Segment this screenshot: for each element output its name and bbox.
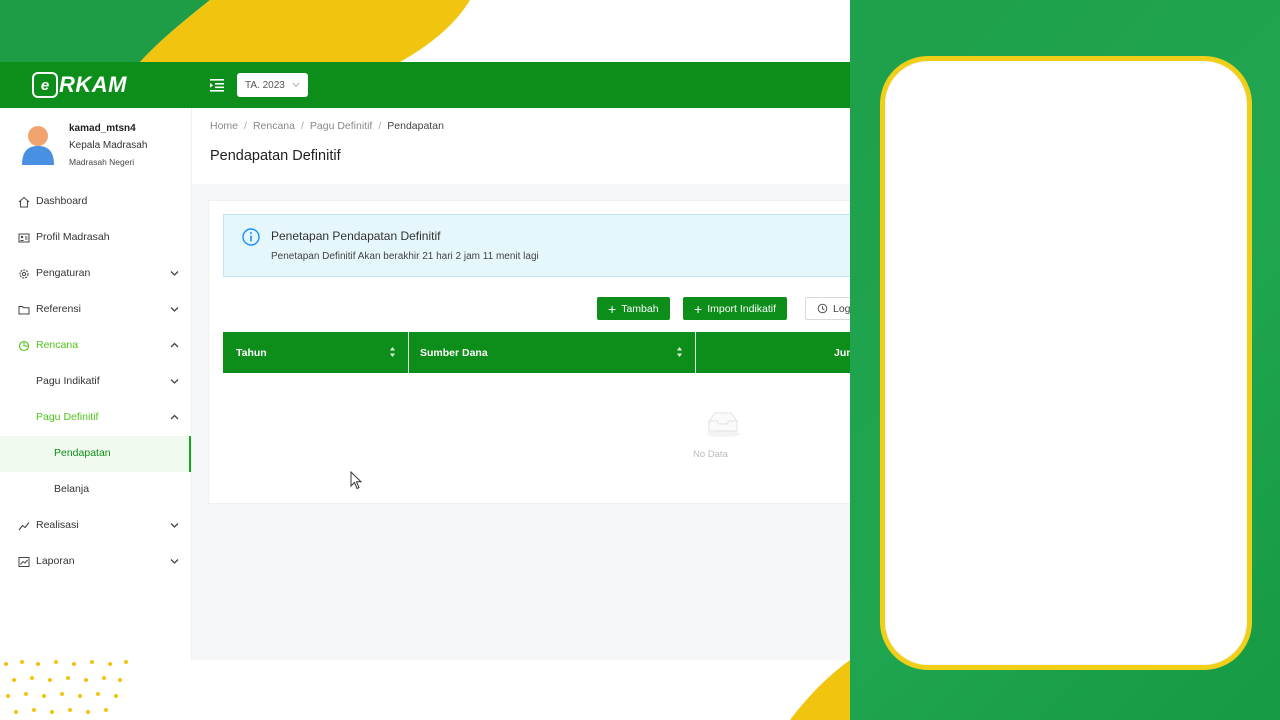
breadcrumb: Home / Rencana / Pagu Definitif / Pendapatan bbox=[210, 120, 444, 132]
profile-card-icon bbox=[18, 233, 30, 243]
chevron-up-icon bbox=[170, 342, 179, 348]
add-button-label: Tambah bbox=[621, 302, 659, 315]
content-card: Penetapan Pendapatan Definitif Penetapan… bbox=[208, 200, 850, 504]
column-header-label: Jum bbox=[834, 346, 850, 359]
breadcrumb-home[interactable]: Home bbox=[210, 120, 238, 132]
phone-mockup-frame bbox=[880, 56, 1252, 670]
sidebar-item-dashboard[interactable]: Dashboard bbox=[0, 184, 191, 220]
menu-fold-icon[interactable] bbox=[209, 77, 225, 93]
alert-title: Penetapan Pendapatan Definitif bbox=[271, 229, 441, 243]
history-icon bbox=[817, 303, 828, 314]
alert-description: Penetapan Definitif Akan berakhir 21 har… bbox=[271, 251, 539, 262]
sidebar-item-pagu-indikatif[interactable]: Pagu Indikatif bbox=[0, 364, 191, 400]
breadcrumb-rencana[interactable]: Rencana bbox=[253, 120, 295, 132]
table-header: Tahun Sumber Dana Jum bbox=[223, 332, 850, 373]
gear-icon bbox=[19, 269, 29, 279]
app-logo[interactable]: e RKAM bbox=[32, 71, 127, 99]
sidebar-item-profil-madrasah[interactable]: Profil Madrasah bbox=[0, 220, 191, 256]
sidebar: kamad_mtsn4 Kepala Madrasah Madrasah Neg… bbox=[0, 108, 192, 660]
chevron-down-icon bbox=[170, 307, 179, 312]
log-button-label: Log bbox=[833, 302, 850, 315]
sort-icon bbox=[677, 347, 682, 357]
breadcrumb-separator: / bbox=[300, 120, 304, 132]
sidebar-item-label: Referensi bbox=[36, 303, 81, 315]
plus-icon: + bbox=[694, 300, 703, 317]
sidebar-item-label: Pagu Definitif bbox=[36, 411, 99, 423]
sidebar-item-label: Rencana bbox=[36, 339, 79, 351]
sidebar-item-label: Pengaturan bbox=[36, 267, 91, 279]
user-org: Madrasah Negeri bbox=[69, 157, 135, 167]
chevron-down-icon bbox=[292, 82, 300, 88]
avatar bbox=[22, 126, 54, 165]
sidebar-item-laporan[interactable]: Laporan bbox=[0, 544, 191, 580]
year-select[interactable]: TA. 2023 bbox=[237, 73, 308, 97]
info-circle-icon bbox=[242, 228, 260, 246]
page-header: Home / Rencana / Pagu Definitif / Pendapatan P… bbox=[192, 108, 850, 184]
home-icon bbox=[18, 196, 30, 208]
user-name: kamad_mtsn4 bbox=[69, 123, 136, 134]
line-chart-icon bbox=[18, 522, 30, 531]
sidebar-item-pagu-definitif[interactable]: Pagu Definitif bbox=[0, 400, 191, 436]
main-content: Home / Rencana / Pagu Definitif / Pendapatan P… bbox=[192, 108, 850, 660]
sidebar-item-label: Pendapatan bbox=[54, 447, 111, 459]
column-header-tahun[interactable]: Tahun bbox=[223, 332, 408, 373]
breadcrumb-separator: / bbox=[378, 120, 382, 132]
empty-inbox-icon bbox=[706, 412, 740, 437]
sidebar-item-belanja[interactable]: Belanja bbox=[0, 472, 191, 508]
chevron-down-icon bbox=[170, 559, 179, 564]
column-header-jumlah[interactable]: Jum bbox=[696, 332, 850, 373]
year-select-value: TA. 2023 bbox=[245, 79, 285, 91]
sidebar-item-pendapatan[interactable]: Pendapatan bbox=[0, 436, 191, 472]
mouse-cursor-icon bbox=[350, 471, 363, 490]
area-chart-icon bbox=[18, 557, 30, 567]
sidebar-item-pengaturan[interactable]: Pengaturan bbox=[0, 256, 191, 292]
column-header-label: Tahun bbox=[236, 346, 267, 359]
breadcrumb-pagu-definitif[interactable]: Pagu Definitif bbox=[310, 120, 372, 132]
folder-icon bbox=[18, 306, 30, 315]
column-header-sumber-dana[interactable]: Sumber Dana bbox=[409, 332, 695, 373]
empty-table-text: No Data bbox=[693, 449, 728, 460]
import-button-label: Import Indikatif bbox=[707, 302, 777, 315]
sidebar-item-rencana[interactable]: Rencana bbox=[0, 328, 191, 364]
import-indikatif-button[interactable]: + Import Indikatif bbox=[683, 297, 788, 320]
sidebar-item-label: Realisasi bbox=[36, 519, 79, 531]
sidebar-item-referensi[interactable]: Referensi bbox=[0, 292, 191, 328]
breadcrumb-current: Pendapatan bbox=[387, 120, 444, 132]
sidebar-item-label: Pagu Indikatif bbox=[36, 375, 100, 387]
pie-chart-icon bbox=[18, 340, 30, 352]
chevron-down-icon bbox=[170, 271, 179, 276]
top-navbar: e RKAM TA. 2023 bbox=[0, 62, 850, 108]
chevron-down-icon bbox=[170, 379, 179, 384]
breadcrumb-separator: / bbox=[244, 120, 247, 132]
sidebar-item-label: Laporan bbox=[36, 555, 75, 567]
sidebar-item-realisasi[interactable]: Realisasi bbox=[0, 508, 191, 544]
chevron-up-icon bbox=[170, 414, 179, 420]
sidebar-item-label: Dashboard bbox=[36, 195, 88, 207]
add-button[interactable]: + Tambah bbox=[597, 297, 670, 320]
logo-mark-icon: e bbox=[32, 72, 58, 98]
chevron-down-icon bbox=[170, 523, 179, 528]
app-window: e RKAM TA. 2023 kamad_mtsn4 Kepala Madra… bbox=[0, 62, 850, 660]
log-button[interactable]: Log bbox=[805, 297, 850, 320]
sidebar-item-label: Profil Madrasah bbox=[36, 231, 110, 243]
sidebar-item-label: Belanja bbox=[54, 483, 90, 495]
column-header-label: Sumber Dana bbox=[420, 346, 488, 359]
logo-text: RKAM bbox=[59, 72, 127, 97]
sort-icon bbox=[390, 347, 395, 357]
plus-icon: + bbox=[608, 300, 617, 317]
info-alert: Penetapan Pendapatan Definitif Penetapan… bbox=[223, 214, 850, 277]
user-role: Kepala Madrasah bbox=[69, 140, 148, 151]
page-title: Pendapatan Definitif bbox=[210, 148, 341, 164]
